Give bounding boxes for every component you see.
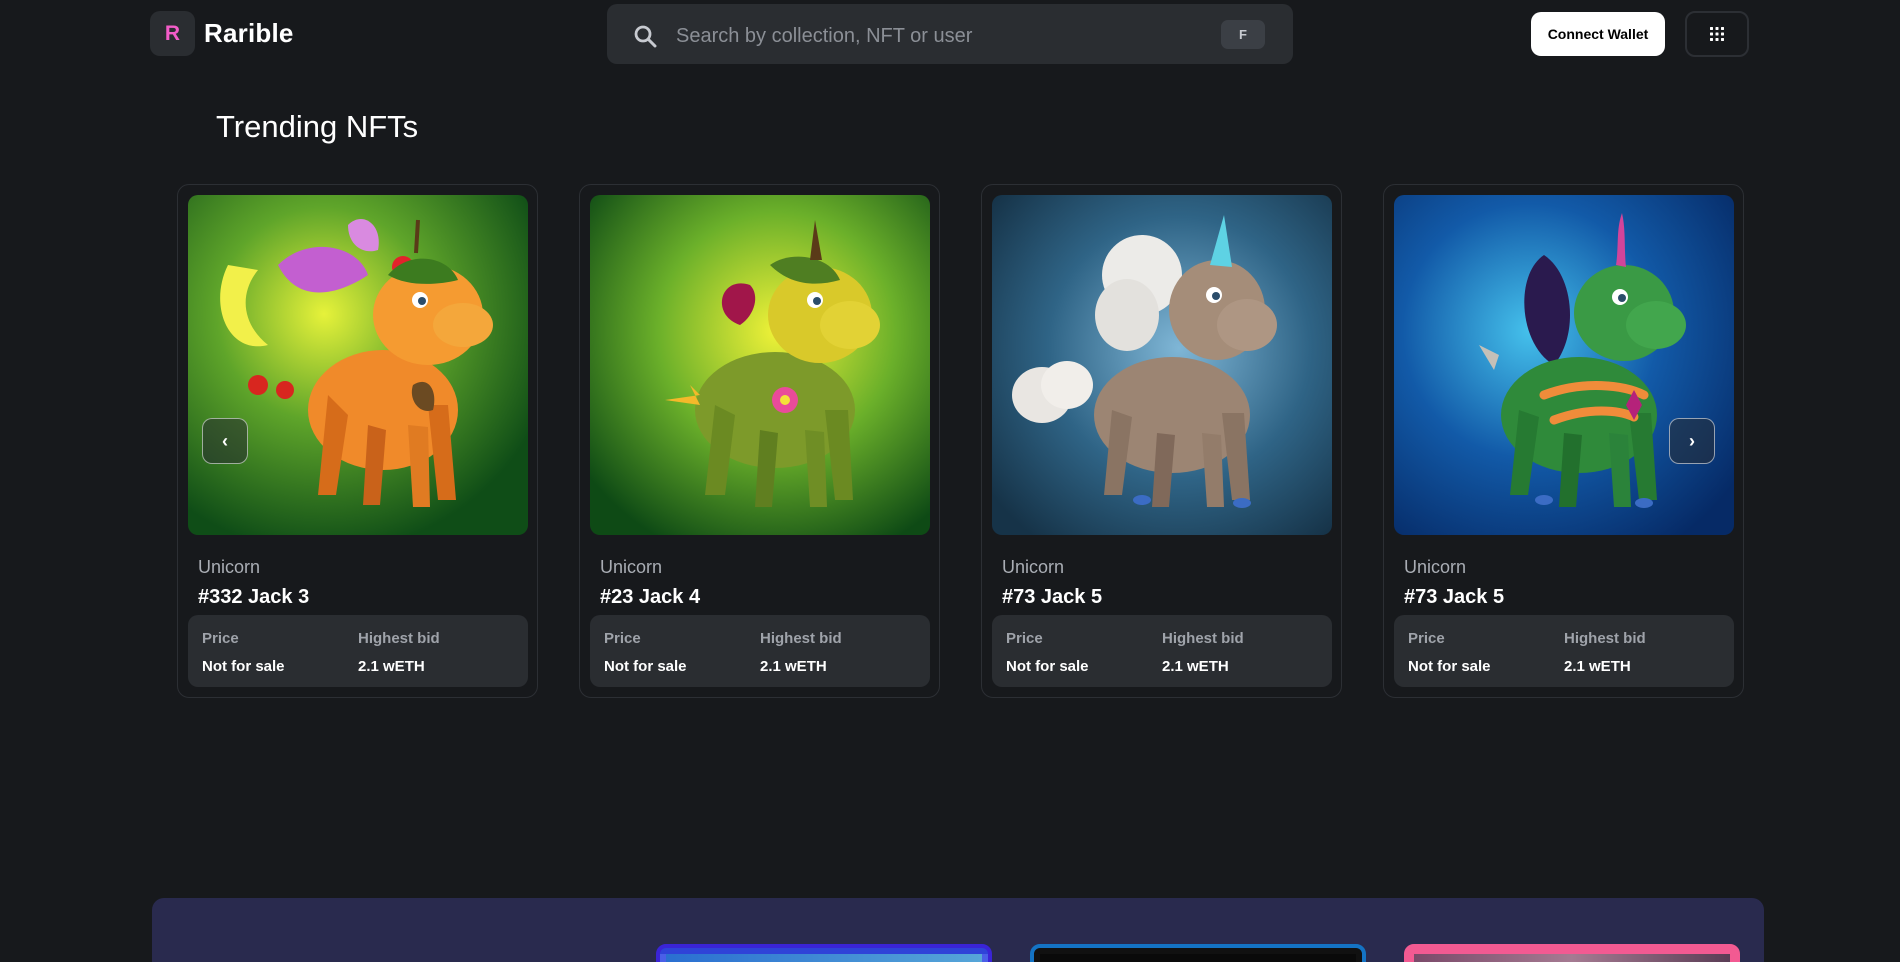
card-price-panel: Price Not for sale Highest bid 2.1 wETH [188,615,528,687]
banner-card[interactable] [1404,944,1740,962]
nft-image[interactable] [188,195,528,535]
page: R Rarible Search by collection, NFT or u… [0,0,1900,962]
bid-value: 2.1 wETH [760,658,827,675]
bid-label: Highest bid [358,630,440,647]
card-price-panel: Price Not for sale Highest bid 2.1 wETH [590,615,930,687]
card-price-panel: Price Not for sale Highest bid 2.1 wETH [992,615,1332,687]
price-column: Price Not for sale [604,630,687,675]
price-label: Price [1408,630,1445,647]
carousel-next-button[interactable]: › [1669,418,1715,464]
grid-menu-icon [1710,27,1724,41]
bid-label: Highest bid [760,630,842,647]
price-label: Price [1006,630,1043,647]
price-column: Price Not for sale [202,630,285,675]
nft-image[interactable] [1394,195,1734,535]
price-column: Price Not for sale [1006,630,1089,675]
search-input[interactable]: Search by collection, NFT or user [676,25,972,48]
logo-mark-icon: R [150,11,195,56]
unicorn-artwork-icon [188,195,528,535]
nft-card[interactable]: Unicorn #23 Jack 4 Price Not for sale Hi… [579,184,940,698]
banner-card[interactable] [1030,944,1366,962]
price-value: Not for sale [1006,658,1089,675]
unicorn-artwork-icon [590,195,930,535]
price-value: Not for sale [1408,658,1491,675]
rarible-logo[interactable]: R Rarible [150,11,294,56]
bid-column: Highest bid 2.1 wETH [1564,630,1646,675]
card-title[interactable]: #332 Jack 3 [198,586,309,609]
menu-button[interactable] [1685,11,1749,57]
unicorn-artwork-icon [1394,195,1734,535]
nft-card[interactable]: Unicorn #73 Jack 5 Price Not for sale Hi… [981,184,1342,698]
bid-label: Highest bid [1564,630,1646,647]
bid-label: Highest bid [1162,630,1244,647]
search-icon [634,25,657,48]
logo-text: Rarible [204,18,294,48]
price-label: Price [202,630,239,647]
search-shortcut-badge: F [1221,20,1265,49]
search-bar[interactable]: Search by collection, NFT or user F [607,4,1293,64]
price-label: Price [604,630,641,647]
nft-image[interactable] [992,195,1332,535]
bid-column: Highest bid 2.1 wETH [760,630,842,675]
card-collection[interactable]: Unicorn [1002,557,1064,578]
bid-column: Highest bid 2.1 wETH [358,630,440,675]
bid-value: 2.1 wETH [358,658,425,675]
card-collection[interactable]: Unicorn [198,557,260,578]
card-collection[interactable]: Unicorn [1404,557,1466,578]
connect-wallet-button[interactable]: Connect Wallet [1531,12,1665,56]
card-title[interactable]: #73 Jack 5 [1404,586,1504,609]
bid-column: Highest bid 2.1 wETH [1162,630,1244,675]
top-navbar: R Rarible Search by collection, NFT or u… [0,0,1900,68]
section-title: Trending NFTs [216,109,419,144]
bid-value: 2.1 wETH [1564,658,1631,675]
bid-value: 2.1 wETH [1162,658,1229,675]
price-column: Price Not for sale [1408,630,1491,675]
chevron-left-icon: ‹ [222,430,228,451]
card-price-panel: Price Not for sale Highest bid 2.1 wETH [1394,615,1734,687]
card-title[interactable]: #23 Jack 4 [600,586,700,609]
promo-banner [152,898,1764,962]
trending-nfts-carousel: Unicorn #332 Jack 3 Price Not for sale H… [177,184,1744,698]
price-value: Not for sale [202,658,285,675]
carousel-prev-button[interactable]: ‹ [202,418,248,464]
card-title[interactable]: #73 Jack 5 [1002,586,1102,609]
nft-image[interactable] [590,195,930,535]
unicorn-artwork-icon [992,195,1332,535]
banner-card[interactable] [656,944,992,962]
card-collection[interactable]: Unicorn [600,557,662,578]
chevron-right-icon: › [1689,430,1695,451]
price-value: Not for sale [604,658,687,675]
